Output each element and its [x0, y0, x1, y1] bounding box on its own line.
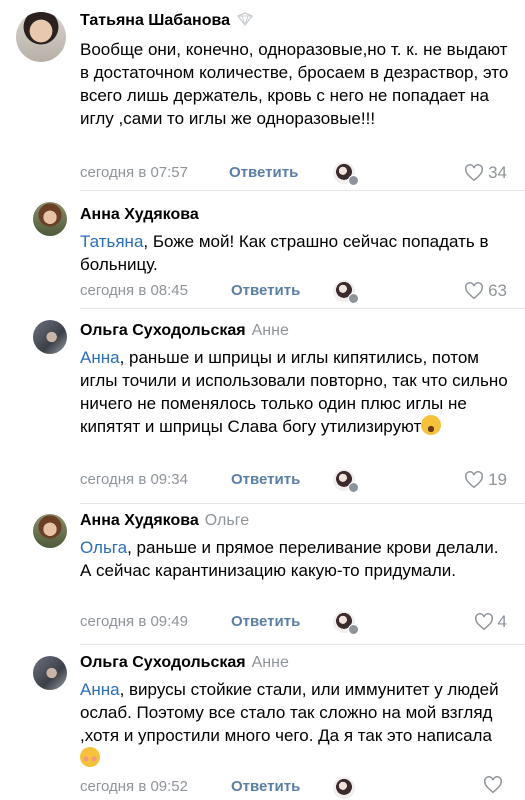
reaction-avatar: [333, 777, 355, 799]
like-button[interactable]: 34: [464, 163, 507, 183]
verified-icon: [236, 12, 254, 26]
mention-link[interactable]: Анна: [80, 348, 120, 367]
like-count: 19: [488, 470, 507, 489]
timestamp: сегодня в 07:57: [80, 164, 188, 181]
avatar[interactable]: [33, 202, 67, 236]
like-button[interactable]: 19: [464, 470, 507, 490]
reply-button[interactable]: Ответить: [229, 164, 298, 181]
reply-to-label[interactable]: Ольге: [205, 512, 249, 529]
author-name[interactable]: Ольга Суходольская Анне: [80, 654, 289, 672]
comment: Ольга Суходольская Анне Анна, вирусы стой…: [0, 646, 525, 800]
mention-link[interactable]: Анна: [80, 680, 120, 699]
reaction-badge: [348, 482, 359, 493]
heart-icon: [465, 471, 483, 489]
author-name[interactable]: Анна Худякова Ольге: [80, 512, 249, 530]
like-button[interactable]: 4: [474, 612, 507, 632]
timestamp: сегодня в 09:49: [80, 613, 188, 630]
reply-button[interactable]: Ответить: [231, 778, 300, 795]
timestamp: сегодня в 08:45: [80, 282, 188, 299]
comment: Ольга Суходольская Анне Анна, раньше и шп…: [0, 310, 525, 504]
timestamp: сегодня в 09:52: [80, 778, 188, 795]
author-name[interactable]: Татьяна Шабанова: [80, 12, 254, 30]
comment-text: Анна, раньше и шприцы и иглы кипятились,…: [80, 348, 508, 436]
reaction-badge: [348, 175, 359, 186]
like-button[interactable]: [483, 776, 507, 794]
like-button[interactable]: 63: [464, 281, 507, 301]
mention-link[interactable]: Ольга: [80, 538, 127, 557]
smiling-blush-emoji: [80, 747, 100, 767]
comment-text: Татьяна, Боже мой! Как страшно сейчас по…: [80, 232, 489, 274]
avatar[interactable]: [33, 656, 67, 690]
avatar[interactable]: [33, 320, 67, 354]
comment: Анна Худякова Татьяна, Боже мой! Как стр…: [0, 192, 525, 310]
comment: Татьяна Шабанова Вообще они, конечно, од…: [0, 0, 525, 191]
author-name[interactable]: Ольга Суходольская Анне: [80, 322, 289, 340]
reply-to-label[interactable]: Анне: [252, 654, 289, 671]
heart-icon: [465, 282, 483, 300]
comment-text: Вообще они, конечно, одноразовые,но т. к…: [80, 40, 509, 128]
heart-icon: [465, 164, 483, 182]
reaction-badge: [348, 624, 359, 635]
like-count: 34: [488, 163, 507, 182]
timestamp: сегодня в 09:34: [80, 471, 188, 488]
comment-text: Анна, вирусы стойкие стали, или иммуните…: [80, 678, 510, 770]
avatar[interactable]: [16, 12, 66, 62]
rolling-laughing-emoji: [421, 415, 442, 435]
reaction-badge: [348, 293, 359, 304]
mention-link[interactable]: Татьяна: [80, 232, 143, 251]
reply-button[interactable]: Ответить: [231, 282, 300, 299]
divider: [80, 308, 525, 309]
avatar[interactable]: [33, 514, 67, 548]
heart-icon: [484, 776, 502, 794]
like-count: 63: [488, 281, 507, 300]
like-count: 4: [497, 612, 507, 631]
comment: Анна Худякова Ольге Ольга, раньше и прямо…: [0, 504, 525, 646]
heart-icon: [474, 613, 493, 631]
reply-to-label[interactable]: Анне: [252, 322, 289, 339]
reply-button[interactable]: Ответить: [231, 613, 300, 630]
divider: [80, 644, 525, 645]
comment-text: Ольга, раньше и прямое переливание крови…: [80, 538, 499, 580]
divider: [80, 190, 525, 191]
reply-button[interactable]: Ответить: [231, 471, 300, 488]
author-name[interactable]: Анна Худякова: [80, 206, 199, 224]
